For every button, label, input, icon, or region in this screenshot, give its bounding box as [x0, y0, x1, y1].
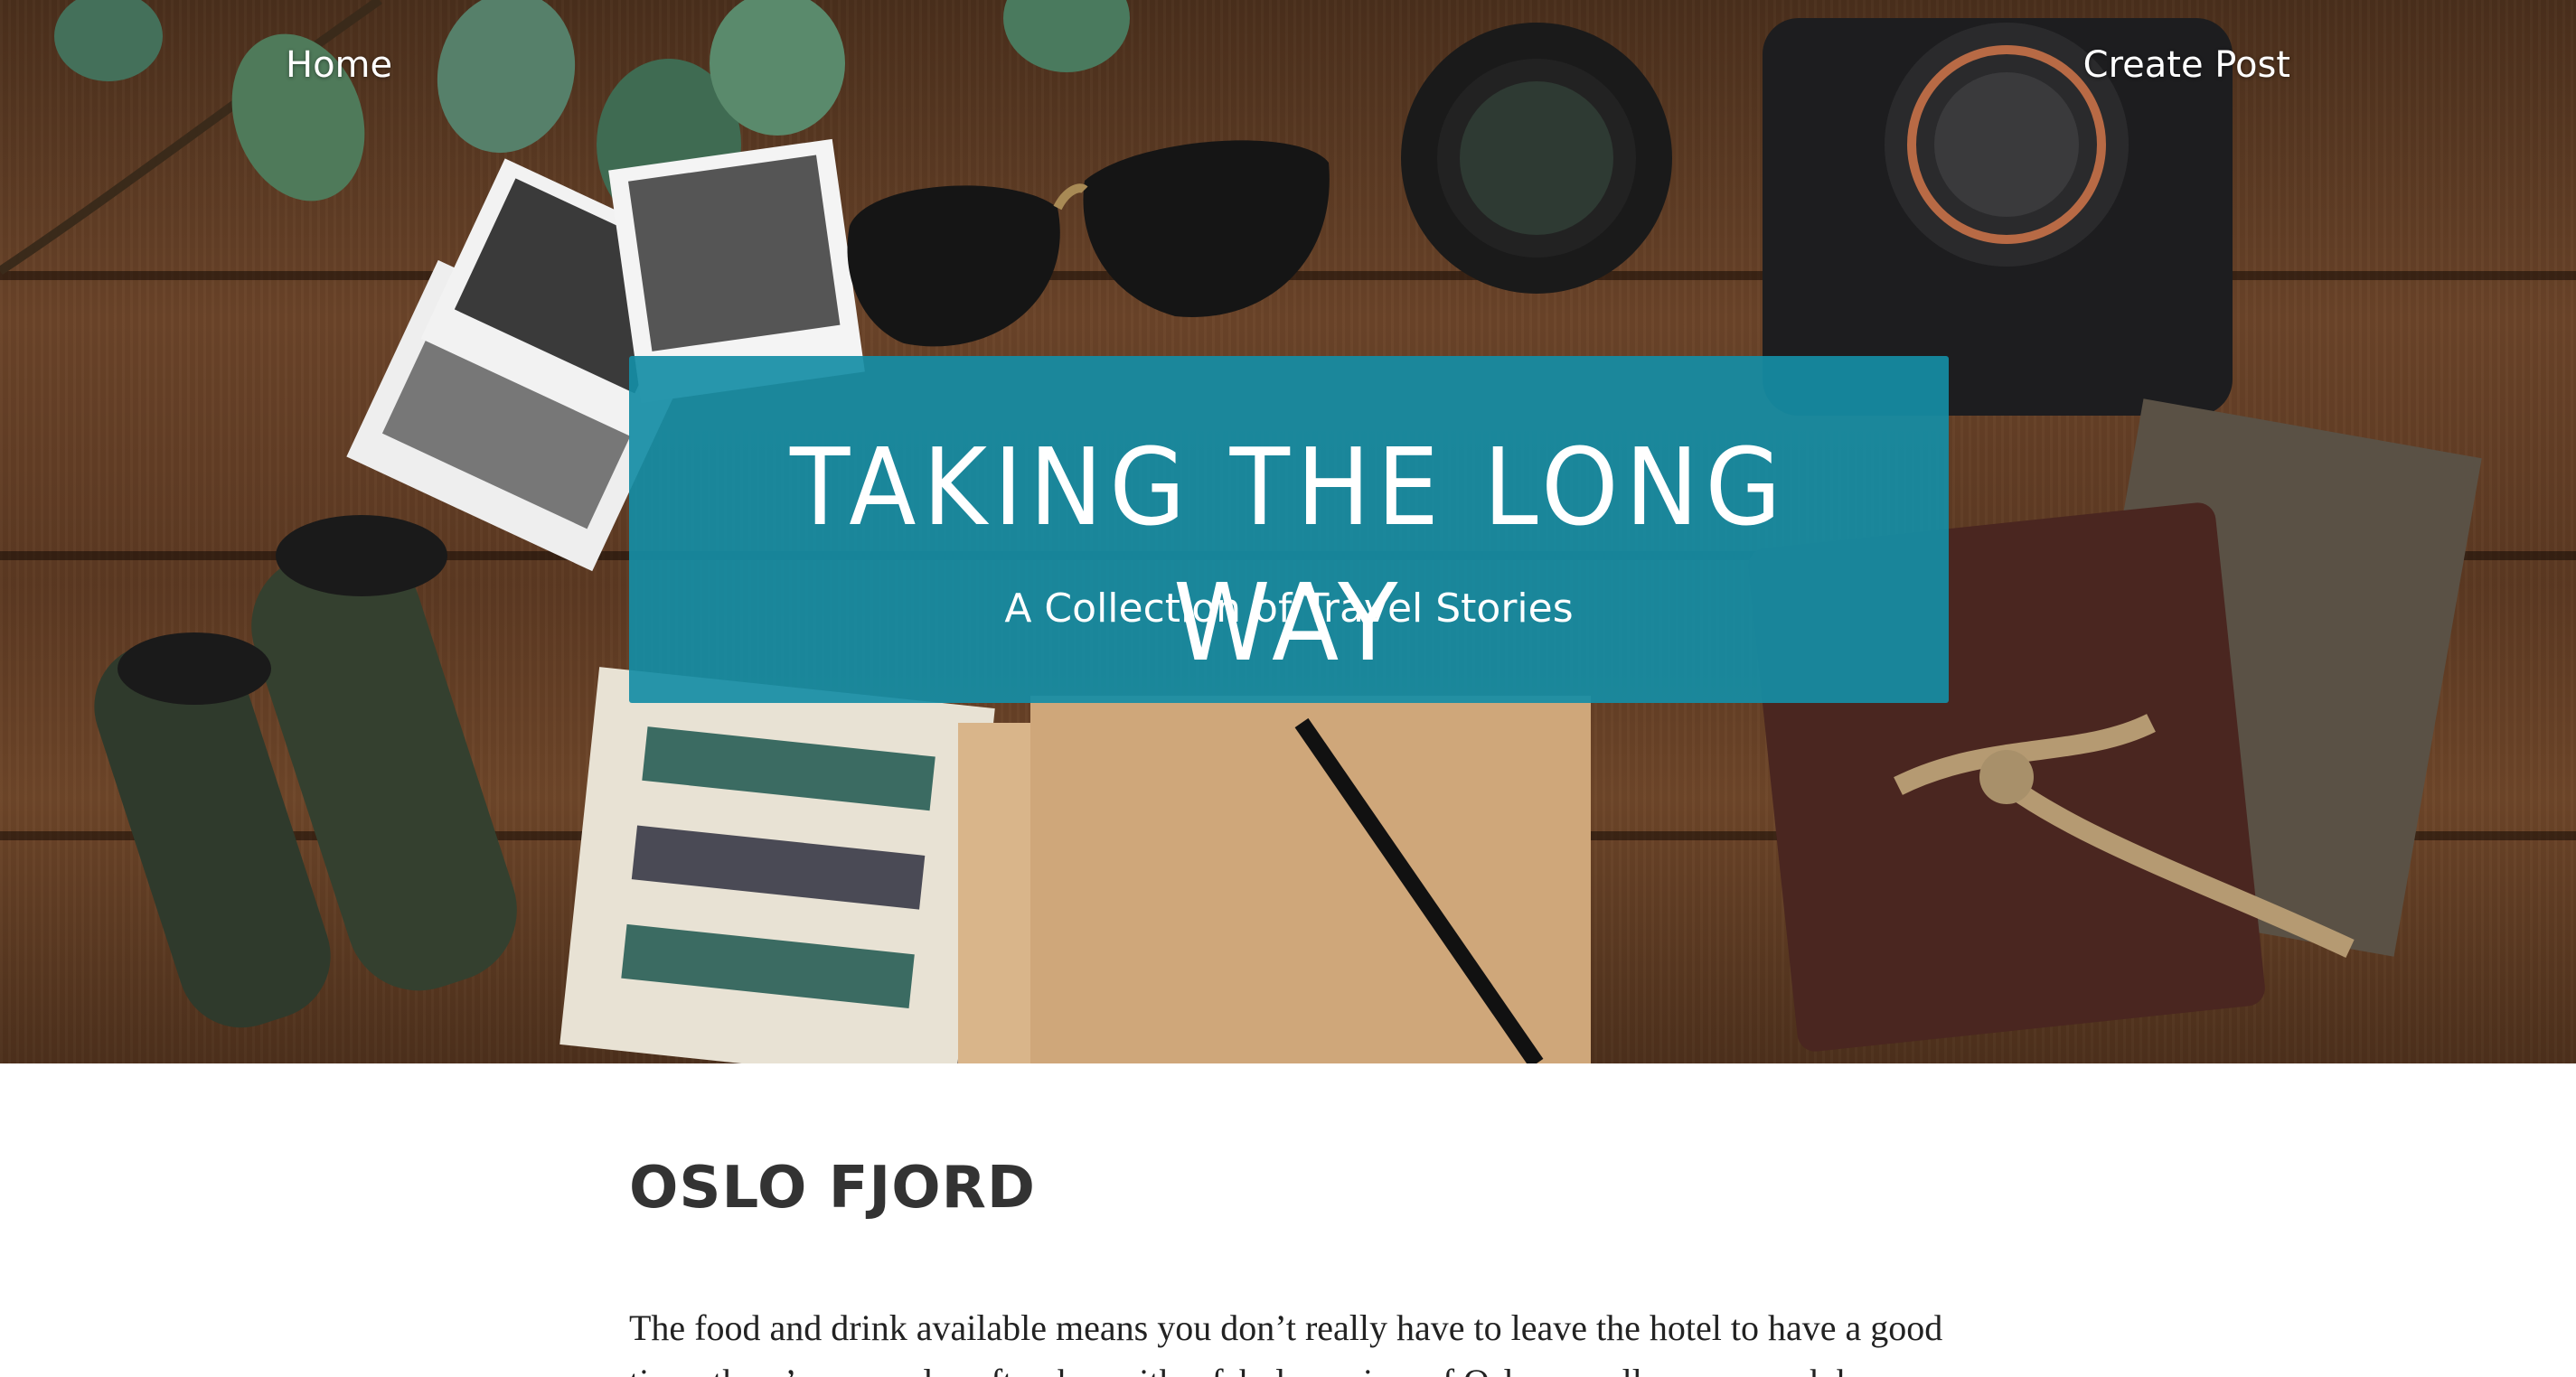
sunglasses: [847, 140, 1330, 347]
camera-lens: [1401, 23, 1672, 294]
site-title: TAKING THE LONG WAY: [789, 425, 1789, 685]
page: Home Create Post TAKING THE LONG WAY A C…: [0, 0, 2576, 1377]
post-article: OSLO FJORD The food and drink available …: [629, 1148, 1949, 1377]
nav-create-post-link[interactable]: Create Post: [2083, 40, 2290, 90]
kraft-notepad: [958, 696, 1591, 1063]
site-subtitle: A Collection of Travel Stories: [1004, 585, 1574, 632]
nav-home-link[interactable]: Home: [286, 40, 392, 90]
post-title: OSLO FJORD: [629, 1155, 1037, 1222]
binoculars: [94, 515, 517, 1028]
post-body: The food and drink available means you d…: [629, 1307, 1943, 1377]
patterned-notebook: [559, 667, 995, 1063]
hero-header: Home Create Post TAKING THE LONG WAY A C…: [0, 0, 2576, 1063]
title-banner: TAKING THE LONG WAY A Collection of Trav…: [629, 356, 1949, 703]
